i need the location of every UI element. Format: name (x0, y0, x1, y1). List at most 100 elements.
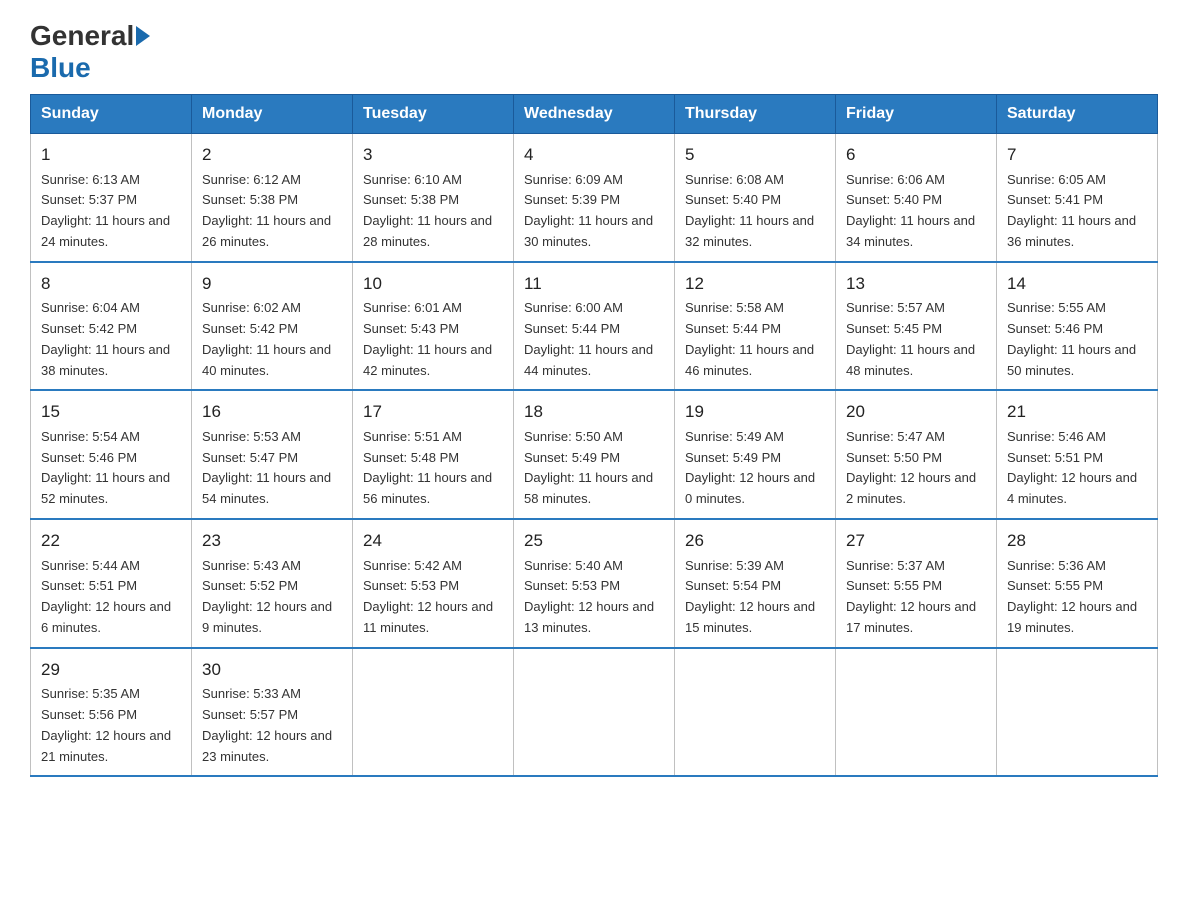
page-header: General Blue (30, 20, 1158, 84)
calendar-cell: 28Sunrise: 5:36 AMSunset: 5:55 PMDayligh… (997, 519, 1158, 648)
day-number: 11 (524, 271, 664, 297)
calendar-cell: 30Sunrise: 5:33 AMSunset: 5:57 PMDayligh… (192, 648, 353, 777)
calendar-header-tuesday: Tuesday (353, 95, 514, 134)
calendar-cell: 29Sunrise: 5:35 AMSunset: 5:56 PMDayligh… (31, 648, 192, 777)
calendar-header-friday: Friday (836, 95, 997, 134)
calendar-cell: 3Sunrise: 6:10 AMSunset: 5:38 PMDaylight… (353, 134, 514, 262)
day-number: 18 (524, 399, 664, 425)
calendar-header-row: SundayMondayTuesdayWednesdayThursdayFrid… (31, 95, 1158, 134)
day-number: 4 (524, 142, 664, 168)
day-number: 26 (685, 528, 825, 554)
day-number: 17 (363, 399, 503, 425)
day-number: 22 (41, 528, 181, 554)
day-info: Sunrise: 5:33 AMSunset: 5:57 PMDaylight:… (202, 684, 342, 767)
day-number: 12 (685, 271, 825, 297)
calendar-cell: 22Sunrise: 5:44 AMSunset: 5:51 PMDayligh… (31, 519, 192, 648)
day-info: Sunrise: 6:12 AMSunset: 5:38 PMDaylight:… (202, 170, 342, 253)
day-info: Sunrise: 5:57 AMSunset: 5:45 PMDaylight:… (846, 298, 986, 381)
calendar-cell: 13Sunrise: 5:57 AMSunset: 5:45 PMDayligh… (836, 262, 997, 391)
calendar-cell: 18Sunrise: 5:50 AMSunset: 5:49 PMDayligh… (514, 390, 675, 519)
day-number: 23 (202, 528, 342, 554)
day-number: 20 (846, 399, 986, 425)
day-number: 1 (41, 142, 181, 168)
day-number: 15 (41, 399, 181, 425)
logo-general: General (30, 20, 134, 52)
day-info: Sunrise: 5:44 AMSunset: 5:51 PMDaylight:… (41, 556, 181, 639)
day-number: 27 (846, 528, 986, 554)
calendar-cell (514, 648, 675, 777)
calendar-week-row: 15Sunrise: 5:54 AMSunset: 5:46 PMDayligh… (31, 390, 1158, 519)
day-info: Sunrise: 6:08 AMSunset: 5:40 PMDaylight:… (685, 170, 825, 253)
calendar-cell: 2Sunrise: 6:12 AMSunset: 5:38 PMDaylight… (192, 134, 353, 262)
day-number: 2 (202, 142, 342, 168)
day-number: 9 (202, 271, 342, 297)
calendar-cell: 5Sunrise: 6:08 AMSunset: 5:40 PMDaylight… (675, 134, 836, 262)
day-number: 8 (41, 271, 181, 297)
calendar-cell: 11Sunrise: 6:00 AMSunset: 5:44 PMDayligh… (514, 262, 675, 391)
logo: General Blue (30, 20, 152, 84)
day-info: Sunrise: 6:02 AMSunset: 5:42 PMDaylight:… (202, 298, 342, 381)
logo-arrow-icon (136, 26, 150, 46)
calendar-week-row: 1Sunrise: 6:13 AMSunset: 5:37 PMDaylight… (31, 134, 1158, 262)
calendar-cell: 16Sunrise: 5:53 AMSunset: 5:47 PMDayligh… (192, 390, 353, 519)
calendar-cell: 10Sunrise: 6:01 AMSunset: 5:43 PMDayligh… (353, 262, 514, 391)
calendar-cell: 24Sunrise: 5:42 AMSunset: 5:53 PMDayligh… (353, 519, 514, 648)
day-info: Sunrise: 5:39 AMSunset: 5:54 PMDaylight:… (685, 556, 825, 639)
calendar-cell: 6Sunrise: 6:06 AMSunset: 5:40 PMDaylight… (836, 134, 997, 262)
calendar-cell: 21Sunrise: 5:46 AMSunset: 5:51 PMDayligh… (997, 390, 1158, 519)
day-info: Sunrise: 5:58 AMSunset: 5:44 PMDaylight:… (685, 298, 825, 381)
day-info: Sunrise: 6:09 AMSunset: 5:39 PMDaylight:… (524, 170, 664, 253)
calendar-header-saturday: Saturday (997, 95, 1158, 134)
day-info: Sunrise: 5:36 AMSunset: 5:55 PMDaylight:… (1007, 556, 1147, 639)
day-info: Sunrise: 6:06 AMSunset: 5:40 PMDaylight:… (846, 170, 986, 253)
calendar-week-row: 22Sunrise: 5:44 AMSunset: 5:51 PMDayligh… (31, 519, 1158, 648)
day-info: Sunrise: 5:37 AMSunset: 5:55 PMDaylight:… (846, 556, 986, 639)
calendar-cell: 7Sunrise: 6:05 AMSunset: 5:41 PMDaylight… (997, 134, 1158, 262)
calendar-week-row: 29Sunrise: 5:35 AMSunset: 5:56 PMDayligh… (31, 648, 1158, 777)
day-number: 25 (524, 528, 664, 554)
calendar-cell: 26Sunrise: 5:39 AMSunset: 5:54 PMDayligh… (675, 519, 836, 648)
day-info: Sunrise: 6:04 AMSunset: 5:42 PMDaylight:… (41, 298, 181, 381)
day-number: 3 (363, 142, 503, 168)
calendar-cell: 17Sunrise: 5:51 AMSunset: 5:48 PMDayligh… (353, 390, 514, 519)
calendar-cell: 9Sunrise: 6:02 AMSunset: 5:42 PMDaylight… (192, 262, 353, 391)
day-info: Sunrise: 5:35 AMSunset: 5:56 PMDaylight:… (41, 684, 181, 767)
day-number: 14 (1007, 271, 1147, 297)
calendar-header-wednesday: Wednesday (514, 95, 675, 134)
calendar-cell: 4Sunrise: 6:09 AMSunset: 5:39 PMDaylight… (514, 134, 675, 262)
calendar-cell: 12Sunrise: 5:58 AMSunset: 5:44 PMDayligh… (675, 262, 836, 391)
day-info: Sunrise: 5:51 AMSunset: 5:48 PMDaylight:… (363, 427, 503, 510)
day-info: Sunrise: 5:55 AMSunset: 5:46 PMDaylight:… (1007, 298, 1147, 381)
day-number: 30 (202, 657, 342, 683)
calendar-cell: 14Sunrise: 5:55 AMSunset: 5:46 PMDayligh… (997, 262, 1158, 391)
day-info: Sunrise: 6:05 AMSunset: 5:41 PMDaylight:… (1007, 170, 1147, 253)
day-number: 28 (1007, 528, 1147, 554)
calendar-cell (353, 648, 514, 777)
calendar-cell (997, 648, 1158, 777)
day-number: 21 (1007, 399, 1147, 425)
calendar-header-sunday: Sunday (31, 95, 192, 134)
day-number: 24 (363, 528, 503, 554)
day-number: 13 (846, 271, 986, 297)
day-info: Sunrise: 5:47 AMSunset: 5:50 PMDaylight:… (846, 427, 986, 510)
day-info: Sunrise: 5:54 AMSunset: 5:46 PMDaylight:… (41, 427, 181, 510)
logo-blue: Blue (30, 52, 91, 83)
day-number: 19 (685, 399, 825, 425)
day-info: Sunrise: 5:46 AMSunset: 5:51 PMDaylight:… (1007, 427, 1147, 510)
calendar-cell: 1Sunrise: 6:13 AMSunset: 5:37 PMDaylight… (31, 134, 192, 262)
day-info: Sunrise: 5:53 AMSunset: 5:47 PMDaylight:… (202, 427, 342, 510)
day-info: Sunrise: 6:13 AMSunset: 5:37 PMDaylight:… (41, 170, 181, 253)
day-info: Sunrise: 5:49 AMSunset: 5:49 PMDaylight:… (685, 427, 825, 510)
day-number: 10 (363, 271, 503, 297)
day-info: Sunrise: 5:42 AMSunset: 5:53 PMDaylight:… (363, 556, 503, 639)
day-info: Sunrise: 6:01 AMSunset: 5:43 PMDaylight:… (363, 298, 503, 381)
calendar-week-row: 8Sunrise: 6:04 AMSunset: 5:42 PMDaylight… (31, 262, 1158, 391)
calendar-cell: 19Sunrise: 5:49 AMSunset: 5:49 PMDayligh… (675, 390, 836, 519)
day-info: Sunrise: 5:43 AMSunset: 5:52 PMDaylight:… (202, 556, 342, 639)
day-number: 7 (1007, 142, 1147, 168)
calendar-cell: 8Sunrise: 6:04 AMSunset: 5:42 PMDaylight… (31, 262, 192, 391)
day-info: Sunrise: 6:10 AMSunset: 5:38 PMDaylight:… (363, 170, 503, 253)
day-info: Sunrise: 5:40 AMSunset: 5:53 PMDaylight:… (524, 556, 664, 639)
calendar-cell (836, 648, 997, 777)
day-number: 6 (846, 142, 986, 168)
